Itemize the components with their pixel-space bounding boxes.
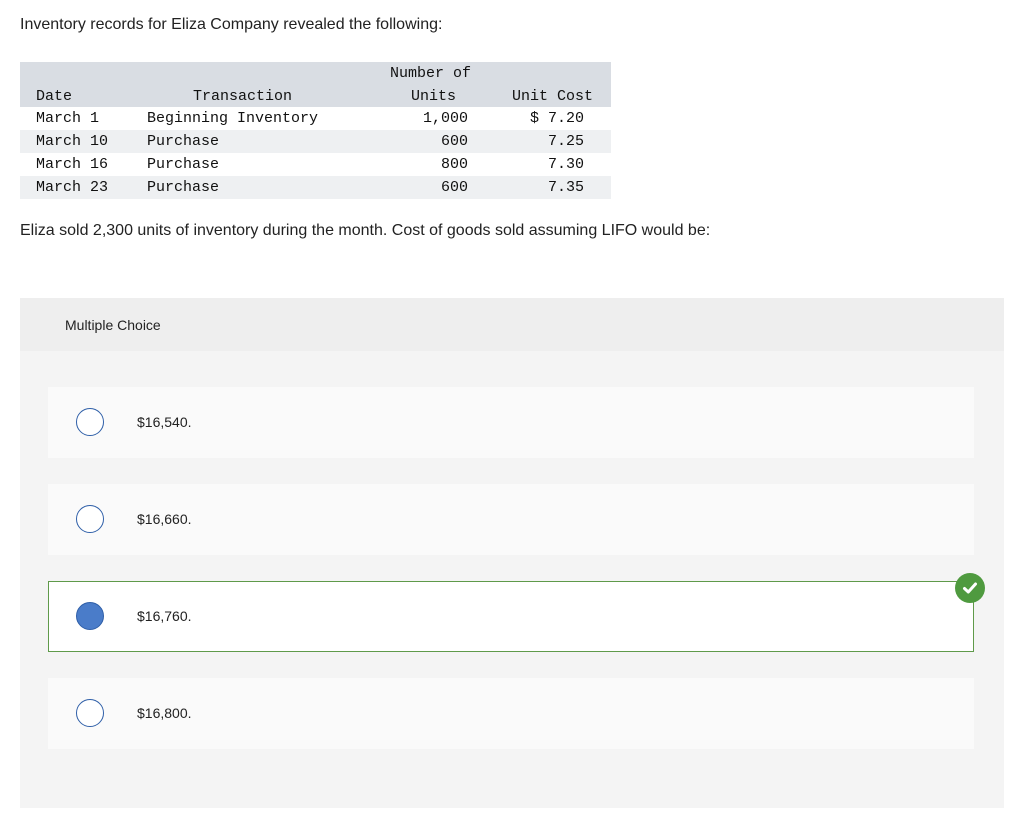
radio-button[interactable] xyxy=(76,699,104,727)
table-row: March 10 Purchase 600 7.25 xyxy=(20,130,611,153)
choice-label: $16,760. xyxy=(137,608,192,624)
header-transaction: Transaction xyxy=(193,88,293,105)
table-row: March 16 Purchase 800 7.30 xyxy=(20,153,611,176)
cell-units: 600 xyxy=(440,179,468,196)
cell-date: March 1 xyxy=(36,110,100,127)
checkmark-icon xyxy=(955,573,985,603)
multiple-choice-panel: Multiple Choice $16,540. $16,660. $16,76… xyxy=(20,298,1004,808)
header-units-line2: Units xyxy=(411,88,457,105)
cell-unit-cost: 7.35 xyxy=(547,179,584,196)
radio-button[interactable] xyxy=(76,505,104,533)
choice-label: $16,800. xyxy=(137,705,192,721)
table-row: March 1 Beginning Inventory 1,000 $ 7.20 xyxy=(20,107,611,130)
inventory-table: Date Transaction Number of Units Unit Co… xyxy=(20,62,611,199)
cell-transaction: Purchase xyxy=(147,156,220,173)
header-units-line1: Number of xyxy=(390,65,472,82)
cell-date: March 16 xyxy=(36,156,109,173)
cell-unit-cost: 7.30 xyxy=(547,156,584,173)
choice-option[interactable]: $16,540. xyxy=(48,387,974,458)
table-header: Date Transaction Number of Units Unit Co… xyxy=(20,62,611,107)
radio-button[interactable] xyxy=(76,408,104,436)
question-text: Eliza sold 2,300 units of inventory duri… xyxy=(20,222,711,239)
cell-unit-cost: $ 7.20 xyxy=(529,110,584,127)
choice-label: $16,660. xyxy=(137,511,192,527)
cell-transaction: Purchase xyxy=(147,133,220,150)
table-row: March 23 Purchase 600 7.35 xyxy=(20,176,611,199)
intro-text: Inventory records for Eliza Company reve… xyxy=(20,16,443,33)
choice-option[interactable]: $16,660. xyxy=(48,484,974,555)
cell-transaction: Purchase xyxy=(147,179,220,196)
cell-date: March 10 xyxy=(36,133,109,150)
radio-button-selected[interactable] xyxy=(76,602,104,630)
multiple-choice-header: Multiple Choice xyxy=(20,298,1004,351)
cell-date: March 23 xyxy=(36,179,109,196)
cell-unit-cost: 7.25 xyxy=(547,133,584,150)
header-unit-cost: Unit Cost xyxy=(512,88,594,105)
cell-units: 1,000 xyxy=(422,110,468,127)
choice-label: $16,540. xyxy=(137,414,192,430)
cell-transaction: Beginning Inventory xyxy=(147,110,319,127)
cell-units: 800 xyxy=(440,156,468,173)
cell-units: 600 xyxy=(440,133,468,150)
choice-option-selected[interactable]: $16,760. xyxy=(48,581,974,652)
choice-option[interactable]: $16,800. xyxy=(48,678,974,749)
multiple-choice-label: Multiple Choice xyxy=(65,317,161,333)
header-date: Date xyxy=(36,88,73,105)
